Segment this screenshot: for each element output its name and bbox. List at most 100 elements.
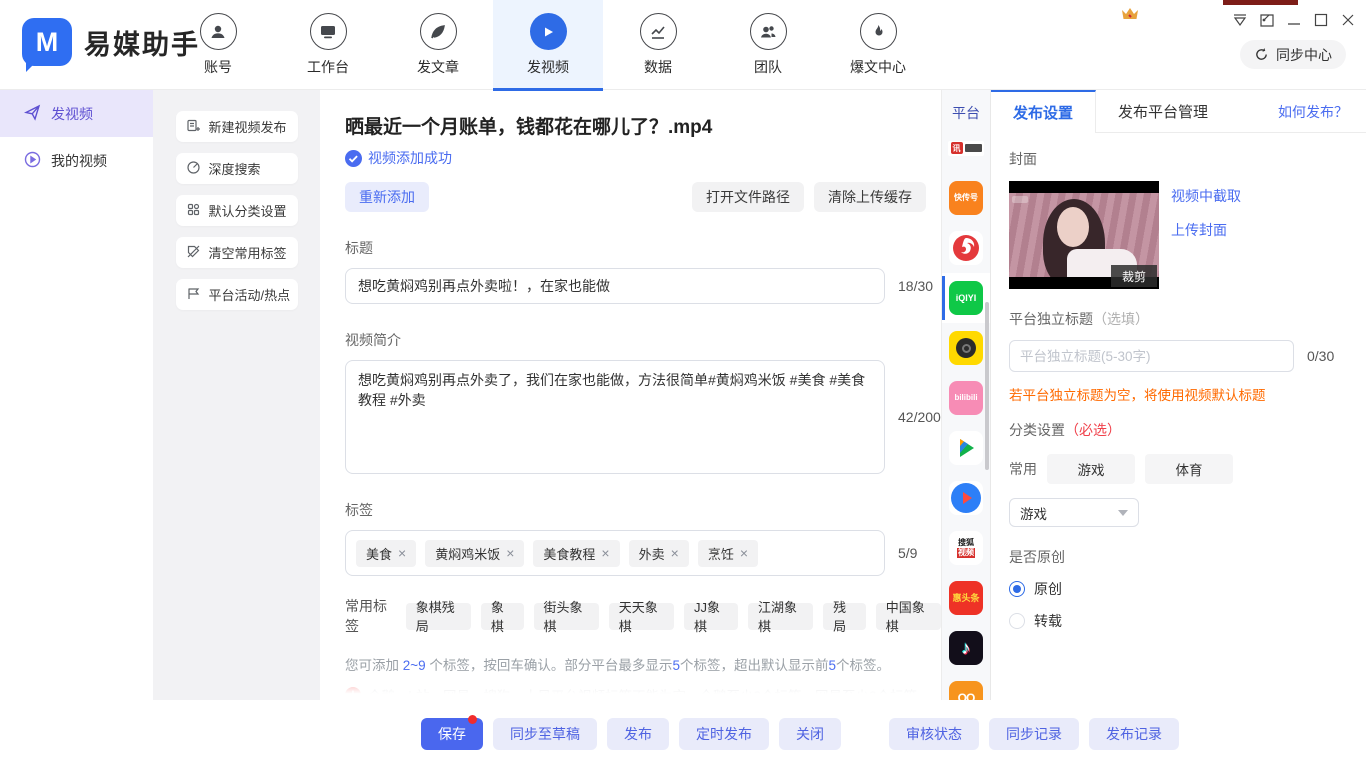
tag-chip-label: 美食教程 [543, 544, 595, 563]
tool-button-新建视频发布[interactable]: 新建视频发布 [176, 111, 298, 142]
remove-tag-icon[interactable]: × [671, 545, 679, 561]
schedule-publish-button[interactable]: 定时发布 [679, 718, 769, 750]
flag-icon [186, 286, 201, 304]
send-icon [24, 104, 41, 124]
bilibili-label: bilibili [954, 394, 977, 402]
common-tag-chip-中国象棋[interactable]: 中国象棋 [876, 603, 941, 630]
publish-records-button[interactable]: 发布记录 [1089, 718, 1179, 750]
cover-thumbnail[interactable]: 裁剪 [1009, 181, 1159, 289]
common-tag-chip-天天象棋[interactable]: 天天象棋 [609, 603, 674, 630]
crop-button[interactable]: 裁剪 [1111, 265, 1157, 287]
nav-item-工作台[interactable]: 工作台 [273, 0, 383, 90]
tag-chip-美食教程: 美食教程 × [533, 540, 619, 567]
platform-item-sohu-video[interactable]: 搜狐视频 [942, 523, 990, 573]
sidebar-item-发视频[interactable]: 发视频 [0, 90, 153, 137]
platform-item-tencent-video[interactable] [942, 423, 990, 473]
nav-item-团队[interactable]: 团队 [713, 0, 823, 90]
radio-original-label: 原创 [1034, 579, 1062, 599]
title-input[interactable] [345, 268, 885, 304]
nav-item-发视频[interactable]: 发视频 [493, 0, 603, 90]
radio-repost-control[interactable] [1009, 613, 1025, 629]
tool-button-平台活动/热点[interactable]: 平台活动/热点 [176, 279, 298, 310]
common-tag-chip-街头象棋[interactable]: 街头象棋 [534, 603, 599, 630]
common-tag-chip-象棋残局[interactable]: 象棋残局 [406, 603, 471, 630]
sync-records-button[interactable]: 同步记录 [989, 718, 1079, 750]
category-chip-sports[interactable]: 体育 [1145, 454, 1233, 484]
common-tag-chip-JJ象棋[interactable]: JJ象棋 [684, 603, 738, 630]
sidebar-item-label: 我的视频 [51, 151, 107, 171]
publish-button[interactable]: 发布 [607, 718, 669, 750]
save-button[interactable]: 保存 [421, 718, 483, 750]
footer-bar: 保存同步至草稿发布 定时发布 关闭 审核状态同步记录发布记录 [153, 700, 1366, 768]
radio-original-control[interactable] [1009, 581, 1025, 597]
minimize-icon[interactable] [1286, 12, 1302, 28]
close-icon[interactable] [1340, 12, 1356, 28]
vip-crown-icon[interactable] [1120, 5, 1140, 23]
independent-title-input[interactable] [1009, 340, 1294, 372]
platform-item-news-logo[interactable]: 讯 [942, 123, 990, 173]
open-file-path-button[interactable]: 打开文件路径 [692, 182, 804, 212]
platform-item-kuaichuanhao[interactable]: 快传号 [942, 173, 990, 223]
category-chip-game[interactable]: 游戏 [1047, 454, 1135, 484]
collapse-icon[interactable] [1232, 12, 1248, 28]
feedback-icon[interactable] [1259, 12, 1275, 28]
tool-button-默认分类设置[interactable]: 默认分类设置 [176, 195, 298, 226]
close-button[interactable]: 关闭 [779, 718, 841, 750]
radio-repost-label: 转载 [1034, 611, 1062, 631]
platform-item-iqiyi[interactable]: iQIYI [942, 273, 990, 323]
camera-app-icon [949, 331, 983, 365]
common-tags-label: 常用标签 [345, 596, 394, 636]
tags-warning: ! 企鹅，b站，网易，搜狗，大风平台视频标签不能为空，企鹅至少2个标签，网易至少… [345, 685, 941, 700]
tab-publish-settings[interactable]: 发布设置 [991, 90, 1096, 133]
tab-platform-management[interactable]: 发布平台管理 [1096, 90, 1230, 132]
platform-item-haokan-video[interactable] [942, 473, 990, 523]
platform-item-huitoutiao[interactable]: 惠头条 [942, 573, 990, 623]
common-tag-chip-江湖象棋[interactable]: 江湖象棋 [748, 603, 813, 630]
radio-original[interactable]: 原创 [1009, 579, 1348, 599]
nav-item-爆文中心[interactable]: 爆文中心 [823, 0, 933, 90]
platform-item-orange-video[interactable]: OO [942, 673, 990, 700]
cover-label: 封面 [1009, 149, 1348, 169]
common-tag-chip-残局[interactable]: 残局 [823, 603, 866, 630]
how-to-publish-link[interactable]: 如何发布？ [1278, 90, 1348, 133]
warning-icon: ! [345, 687, 361, 700]
common-tag-chip-象棋[interactable]: 象棋 [481, 603, 524, 630]
remove-tag-icon[interactable]: × [740, 545, 748, 561]
remove-tag-icon[interactable]: × [601, 545, 609, 561]
maximize-icon[interactable] [1313, 12, 1329, 28]
sync-center-button[interactable]: 同步中心 [1240, 40, 1346, 69]
tags-hint: 您可添加 2~9 个标签，按回车确认。部分平台最多显示5个标签，超出默认显示前5… [345, 654, 941, 674]
remove-tag-icon[interactable]: × [398, 545, 406, 561]
tool-button-清空常用标签[interactable]: 清空常用标签 [176, 237, 298, 268]
nav-item-发文章[interactable]: 发文章 [383, 0, 493, 90]
tag-chip-label: 外卖 [639, 544, 665, 563]
platform-item-ifeng[interactable] [942, 223, 990, 273]
review-status-button[interactable]: 审核状态 [889, 718, 979, 750]
platform-item-bilibili[interactable]: bilibili [942, 373, 990, 423]
category-select[interactable]: 游戏 [1009, 498, 1139, 527]
platform-item-douyin[interactable]: ♪ [942, 623, 990, 673]
capture-from-video-link[interactable]: 视频中截取 [1171, 186, 1241, 206]
clear-upload-cache-button[interactable]: 清除上传缓存 [814, 182, 926, 212]
independent-title-counter: 0/30 [1307, 348, 1334, 364]
description-field-label: 视频简介 [345, 330, 941, 350]
nav-item-数据[interactable]: 数据 [603, 0, 713, 90]
new-publish-icon [186, 118, 201, 136]
readd-button[interactable]: 重新添加 [345, 182, 429, 212]
nav-item-账号[interactable]: 账号 [163, 0, 273, 90]
tag-chip-美食: 美食× [356, 540, 416, 567]
platform-scrollbar[interactable] [985, 302, 989, 470]
description-textarea[interactable]: 想吃黄焖鸡别再点外卖了，我们在家也能做，方法很简单#黄焖鸡米饭 #美食 #美食教… [345, 360, 885, 474]
radio-repost[interactable]: 转载 [1009, 611, 1348, 631]
tool-button-深度搜索[interactable]: 深度搜索 [176, 153, 298, 184]
play-circle-icon [24, 151, 41, 171]
platform-item-camera-app[interactable] [942, 323, 990, 373]
sidebar-item-我的视频[interactable]: 我的视频 [0, 137, 153, 184]
independent-title-note: 若平台独立标题为空，将使用视频默认标题 [1009, 384, 1348, 404]
upload-cover-link[interactable]: 上传封面 [1171, 220, 1241, 240]
data-icon [640, 13, 677, 50]
remove-tag-icon[interactable]: × [506, 545, 514, 561]
sync-draft-button[interactable]: 同步至草稿 [493, 718, 597, 750]
footer-button-label: 定时发布 [696, 724, 752, 744]
tags-input[interactable]: 美食×黄焖鸡米饭×美食教程×外卖×烹饪× [345, 530, 885, 576]
